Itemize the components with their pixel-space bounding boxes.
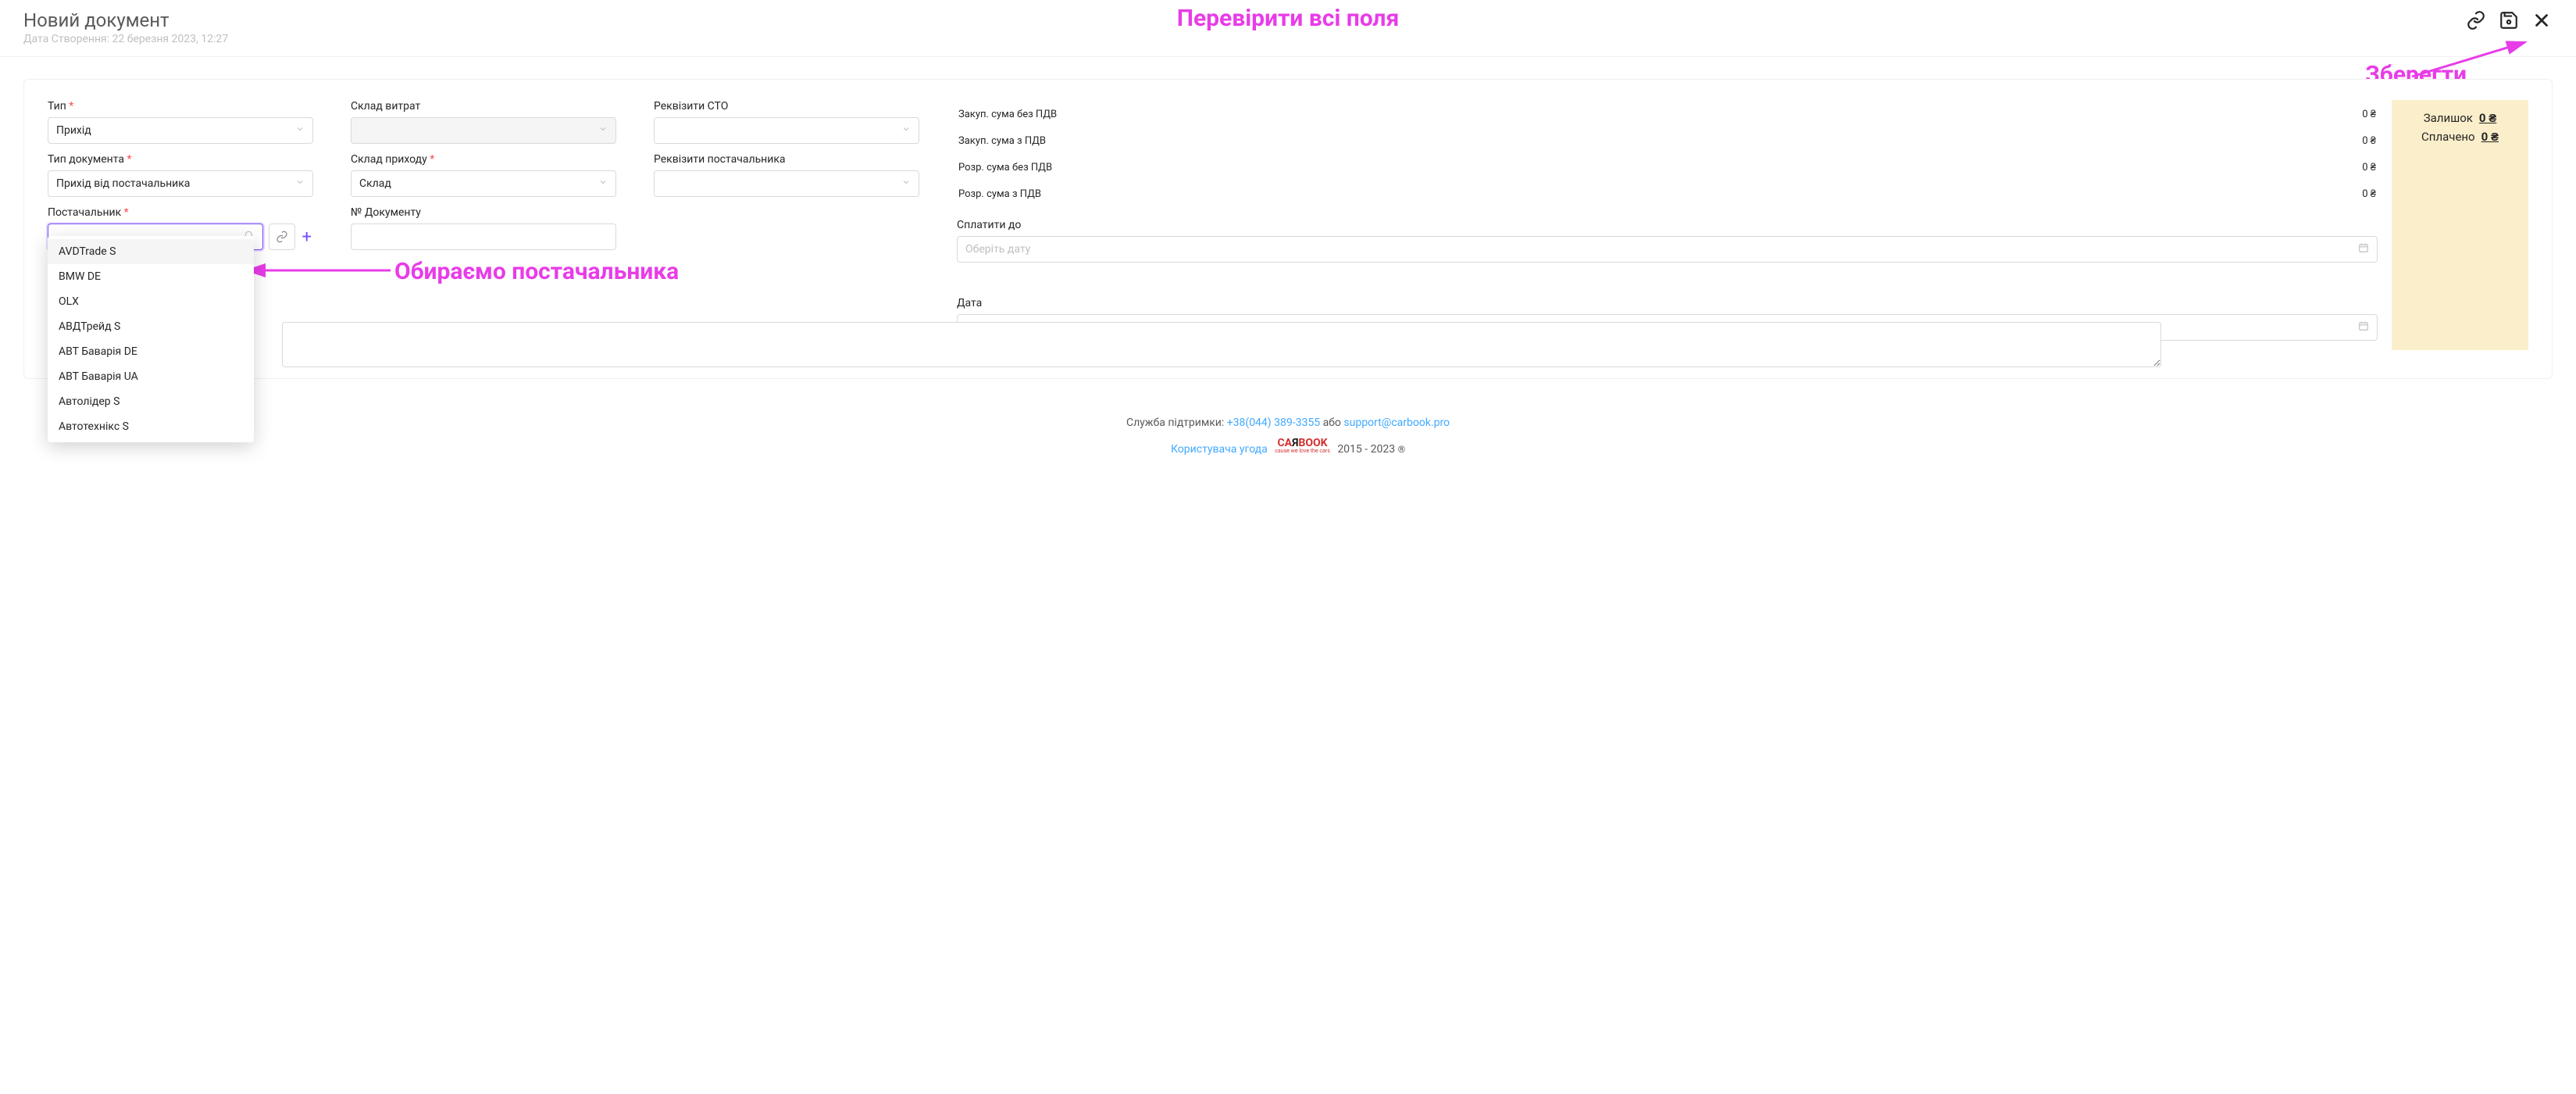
paid-value: 0 ₴: [2481, 130, 2499, 144]
type-select[interactable]: Прихід: [48, 117, 313, 144]
income-wh-select[interactable]: Склад: [351, 170, 616, 197]
income-wh-label: Склад приходу *: [351, 153, 616, 166]
buy-no-vat-label: Закуп. сума без ПДВ: [958, 102, 2200, 127]
doc-type-label: Тип документа *: [48, 153, 313, 166]
income-wh-value: Склад: [359, 177, 391, 190]
user-agreement-link[interactable]: Користувача угода: [1171, 443, 1268, 456]
column-3: Реквізити СТО Реквізити постачальника: [654, 100, 919, 350]
doc-type-select[interactable]: Прихід від постачальника: [48, 170, 313, 197]
totals-block: Закуп. сума без ПДВ0 ₴ Закуп. сума з ПДВ…: [957, 100, 2378, 350]
supplier-option[interactable]: AVDTrade S: [48, 239, 254, 264]
supplier-option[interactable]: BMW DE: [48, 264, 254, 289]
save-icon[interactable]: [2498, 9, 2520, 31]
carbook-logo: CAЯBOOKcause we love the cars: [1275, 437, 1330, 454]
years: 2015 - 2023: [1337, 443, 1395, 456]
pay-date-placeholder: Оберіть дату: [965, 243, 1030, 256]
calendar-icon: [2358, 320, 2369, 334]
buy-no-vat-value: 0 ₴: [2201, 102, 2376, 127]
buy-vat-label: Закуп. сума з ПДВ: [958, 128, 2200, 153]
supplier-option[interactable]: АВДТрейд S: [48, 314, 254, 339]
chevron-down-icon: [901, 124, 911, 137]
annotation-validate: Перевірити всі поля: [1177, 5, 1399, 32]
supplier-option[interactable]: Автолідер S: [48, 389, 254, 414]
support-phone[interactable]: +38(044) 389-3355: [1227, 417, 1320, 429]
annotation-supplier: Обираємо постачальника: [394, 258, 679, 285]
sticky-note: Залишок 0 ₴ Сплачено 0 ₴: [2392, 100, 2528, 350]
header-actions: [2465, 9, 2553, 31]
remain-label: Залишок: [2424, 111, 2473, 125]
doc-type-value: Прихід від постачальника: [56, 177, 190, 190]
supplier-option[interactable]: Автотехнікс S: [48, 414, 254, 439]
chevron-down-icon: [598, 177, 608, 190]
pay-date-label: Сплатити до: [957, 219, 2378, 231]
column-2: Склад витрат Склад приходу * Склад № Док…: [351, 100, 616, 350]
type-label: Тип *: [48, 100, 313, 113]
support-text: Служба підтримки:: [1126, 417, 1227, 429]
supplier-option[interactable]: OLX: [48, 289, 254, 314]
supplier-option[interactable]: АВТ Баварія DE: [48, 339, 254, 364]
doc-date-label: Дата: [957, 297, 2378, 309]
chevron-down-icon: [598, 124, 608, 137]
column-4: Закуп. сума без ПДВ0 ₴ Закуп. сума з ПДВ…: [957, 100, 2528, 350]
totals-table: Закуп. сума без ПДВ0 ₴ Закуп. сума з ПДВ…: [957, 100, 2378, 208]
type-value: Прихід: [56, 124, 91, 137]
notes-textarea[interactable]: [282, 322, 2161, 367]
page-title: Новий документ: [23, 9, 228, 31]
page-header: Новий документ Дата Створення: 22 березн…: [0, 0, 2576, 57]
pay-date-input[interactable]: Оберіть дату: [957, 236, 2378, 263]
paid-label: Сплачено: [2421, 130, 2475, 144]
buy-vat-value: 0 ₴: [2201, 128, 2376, 153]
add-supplier-button[interactable]: +: [301, 227, 313, 247]
trademark: ®: [1398, 444, 1405, 455]
supplier-link-button[interactable]: [269, 223, 295, 250]
supplier-option[interactable]: АВТ Баварія UA: [48, 364, 254, 389]
expense-wh-select: [351, 117, 616, 144]
chevron-down-icon: [295, 124, 305, 137]
header-title-block: Новий документ Дата Створення: 22 березн…: [23, 9, 228, 45]
close-icon[interactable]: [2531, 9, 2553, 31]
form-grid: Тип * Прихід Тип документа * Прихід від …: [48, 100, 2528, 350]
supplier-label: Постачальник *: [48, 206, 313, 219]
supplier-req-label: Реквізити постачальника: [654, 153, 919, 166]
footer: Служба підтримки: +38(044) 389-3355 або …: [0, 393, 2576, 487]
chevron-down-icon: [901, 177, 911, 190]
sell-vat-label: Розр. сума з ПДВ: [958, 181, 2200, 206]
or-text: або: [1320, 417, 1343, 429]
link-icon[interactable]: [2465, 9, 2487, 31]
doc-no-input[interactable]: [351, 223, 616, 250]
sto-req-label: Реквізити СТО: [654, 100, 919, 113]
sto-req-select[interactable]: [654, 117, 919, 144]
sell-no-vat-value: 0 ₴: [2201, 155, 2376, 180]
support-email[interactable]: support@carbook.pro: [1343, 417, 1450, 429]
supplier-req-select[interactable]: [654, 170, 919, 197]
remain-value: 0 ₴: [2479, 111, 2496, 125]
notes-block: [282, 322, 2161, 370]
sell-no-vat-label: Розр. сума без ПДВ: [958, 155, 2200, 180]
doc-no-label: № Документу: [351, 206, 616, 219]
calendar-icon: [2358, 242, 2369, 256]
chevron-down-icon: [295, 177, 305, 190]
expense-wh-label: Склад витрат: [351, 100, 616, 113]
document-card: Тип * Прихід Тип документа * Прихід від …: [23, 79, 2553, 379]
supplier-dropdown: AVDTrade SBMW DEOLXАВДТрейд SАВТ Баварія…: [48, 236, 254, 442]
page-subtitle: Дата Створення: 22 березня 2023, 12:27: [23, 33, 228, 45]
sell-vat-value: 0 ₴: [2201, 181, 2376, 206]
